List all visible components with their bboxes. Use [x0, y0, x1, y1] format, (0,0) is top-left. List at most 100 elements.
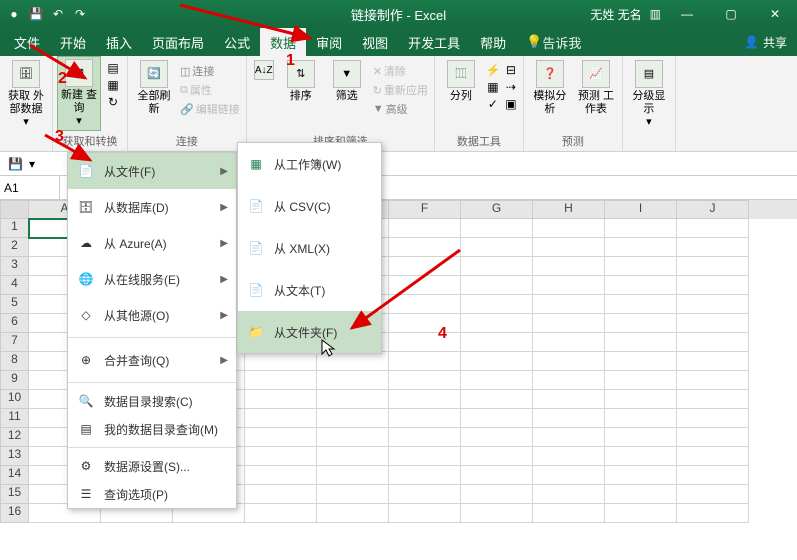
menu-from-azure[interactable]: ☁从 Azure(A)▶: [68, 225, 236, 261]
menu-from-xml[interactable]: 📄从 XML(X): [238, 227, 381, 269]
cell[interactable]: [317, 485, 389, 504]
cell[interactable]: [461, 428, 533, 447]
cell[interactable]: [677, 276, 749, 295]
cell[interactable]: [245, 409, 317, 428]
tab-review[interactable]: 审阅: [306, 28, 352, 56]
cell[interactable]: [533, 504, 605, 523]
cell[interactable]: [605, 466, 677, 485]
cell[interactable]: [605, 314, 677, 333]
cell[interactable]: [389, 466, 461, 485]
cell[interactable]: [245, 447, 317, 466]
cell[interactable]: [245, 504, 317, 523]
cell[interactable]: [533, 238, 605, 257]
cell[interactable]: [317, 447, 389, 466]
cell[interactable]: [317, 409, 389, 428]
cell[interactable]: [461, 314, 533, 333]
cell[interactable]: [461, 371, 533, 390]
tab-home[interactable]: 开始: [50, 28, 96, 56]
cell[interactable]: [533, 314, 605, 333]
cell[interactable]: [389, 409, 461, 428]
cell[interactable]: [461, 276, 533, 295]
cell[interactable]: [605, 238, 677, 257]
cell[interactable]: [677, 371, 749, 390]
tab-formulas[interactable]: 公式: [214, 28, 260, 56]
cell[interactable]: [677, 238, 749, 257]
outline-button[interactable]: ▤分级显示 ▾: [627, 58, 671, 131]
cell[interactable]: [533, 219, 605, 238]
cell[interactable]: [245, 485, 317, 504]
row-header[interactable]: 1: [0, 219, 29, 238]
cell[interactable]: [605, 428, 677, 447]
menu-catalog-search[interactable]: 🔍数据目录搜索(C): [68, 387, 236, 415]
menu-from-db[interactable]: 🗄从数据库(D)▶: [68, 189, 236, 225]
row-header[interactable]: 6: [0, 314, 29, 333]
cell[interactable]: [461, 333, 533, 352]
refresh-all-button[interactable]: 🔄全部刷新: [132, 58, 176, 118]
cell[interactable]: [677, 409, 749, 428]
cell[interactable]: [533, 257, 605, 276]
cell[interactable]: [389, 352, 461, 371]
menu-from-other[interactable]: ◇从其他源(O)▶: [68, 297, 236, 333]
cell[interactable]: [317, 504, 389, 523]
manage-model-icon[interactable]: ▣: [503, 96, 519, 112]
cell[interactable]: [677, 447, 749, 466]
cell[interactable]: [461, 295, 533, 314]
tab-data[interactable]: 数据: [260, 28, 306, 56]
cell[interactable]: [245, 466, 317, 485]
cell[interactable]: [677, 485, 749, 504]
row-header[interactable]: 7: [0, 333, 29, 352]
menu-from-workbook[interactable]: ▦从工作簿(W): [238, 143, 381, 185]
cell[interactable]: [245, 371, 317, 390]
cell[interactable]: [389, 485, 461, 504]
tab-file[interactable]: 文件: [4, 28, 50, 56]
forecast-button[interactable]: 📈预测 工作表: [574, 58, 618, 118]
cell[interactable]: [245, 352, 317, 371]
cell[interactable]: [677, 390, 749, 409]
cell[interactable]: [317, 466, 389, 485]
undo-icon[interactable]: ↶: [50, 6, 66, 22]
cell[interactable]: [677, 504, 749, 523]
cell[interactable]: [389, 390, 461, 409]
cell[interactable]: [533, 371, 605, 390]
menu-from-online[interactable]: 🌐从在线服务(E)▶: [68, 261, 236, 297]
cell[interactable]: [461, 352, 533, 371]
cell[interactable]: [677, 219, 749, 238]
text-to-columns-button[interactable]: ⿲分列: [439, 58, 483, 105]
cell[interactable]: [677, 333, 749, 352]
cell[interactable]: [461, 409, 533, 428]
cell[interactable]: [605, 447, 677, 466]
menu-my-catalog[interactable]: ▤我的数据目录查询(M): [68, 415, 236, 443]
connections-button[interactable]: ◫ 连接: [178, 62, 242, 80]
sort-az-button[interactable]: A↓Z: [251, 58, 277, 84]
cell[interactable]: [389, 428, 461, 447]
flash-fill-icon[interactable]: ⚡: [485, 62, 501, 78]
cell[interactable]: [605, 295, 677, 314]
save-icon[interactable]: 💾: [8, 157, 23, 171]
col-header[interactable]: F: [389, 200, 461, 219]
show-queries-icon[interactable]: ▤: [105, 60, 121, 76]
remove-dup-icon[interactable]: ▦: [485, 79, 501, 95]
row-header[interactable]: 2: [0, 238, 29, 257]
cell[interactable]: [461, 238, 533, 257]
row-header[interactable]: 5: [0, 295, 29, 314]
menu-data-source-settings[interactable]: ⚙数据源设置(S)...: [68, 452, 236, 480]
cell[interactable]: [389, 295, 461, 314]
row-header[interactable]: 10: [0, 390, 29, 409]
whatif-button[interactable]: ❓模拟分析: [528, 58, 572, 118]
cell[interactable]: [389, 238, 461, 257]
cell[interactable]: [317, 390, 389, 409]
row-header[interactable]: 4: [0, 276, 29, 295]
cell[interactable]: [389, 219, 461, 238]
cell[interactable]: [605, 371, 677, 390]
cell[interactable]: [245, 428, 317, 447]
menu-query-options[interactable]: ☰查询选项(P): [68, 480, 236, 508]
close-button[interactable]: ✕: [757, 0, 793, 28]
cell[interactable]: [677, 466, 749, 485]
row-header[interactable]: 8: [0, 352, 29, 371]
maximize-button[interactable]: ▢: [713, 0, 749, 28]
dropdown-icon[interactable]: ▾: [29, 157, 35, 171]
cell[interactable]: [533, 409, 605, 428]
col-header[interactable]: G: [461, 200, 533, 219]
cell[interactable]: [389, 371, 461, 390]
col-header[interactable]: H: [533, 200, 605, 219]
